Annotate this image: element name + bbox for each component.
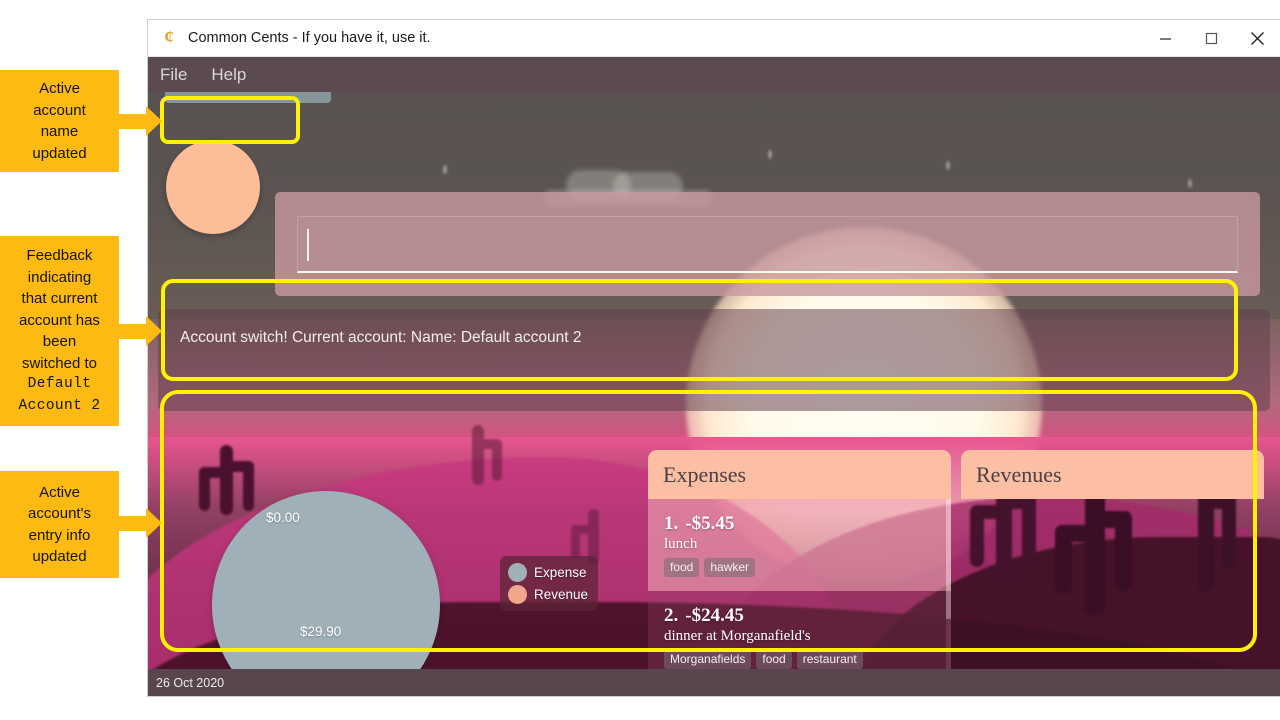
legend-item-revenue: Revenue: [508, 585, 590, 604]
revenues-list[interactable]: [961, 499, 1264, 696]
entry-description: lunch: [664, 536, 698, 552]
star-shape: [946, 161, 950, 170]
annotation-line: account has: [19, 311, 100, 329]
annotation-line: account's: [28, 505, 91, 522]
annotation-line: Active: [39, 80, 80, 97]
close-icon[interactable]: [1234, 20, 1280, 57]
star-shape: [1188, 179, 1192, 188]
window-title: Common Cents - If you have it, use it.: [188, 30, 431, 46]
status-date: 26 Oct 2020: [156, 675, 225, 690]
tag: food: [664, 558, 700, 577]
title-bar: ¢ Common Cents - If you have it, use it.: [148, 20, 1280, 57]
chart-legend: Expense Revenue: [500, 556, 598, 611]
window-controls: [1142, 20, 1280, 57]
menu-bar: File Help: [148, 57, 1280, 92]
annotation-line: Active: [39, 483, 80, 501]
expenses-title: Expenses: [663, 461, 747, 487]
expenses-panel: Expenses 1. -$5.45 lunch food hawker 2. …: [648, 450, 951, 696]
feedback-message: Account switch! Current account: Name: D…: [180, 329, 582, 346]
expenses-list[interactable]: 1. -$5.45 lunch food hawker 2. -$24.45 d…: [648, 499, 951, 696]
menu-item-file[interactable]: File: [148, 57, 199, 92]
text-caret: [307, 229, 309, 261]
entry-tags: food hawker: [664, 558, 935, 577]
revenues-panel: Revenues: [961, 450, 1264, 696]
annotation-line: account: [33, 101, 86, 119]
entry-index: 2.: [664, 605, 679, 626]
avatar: [166, 140, 260, 234]
command-input[interactable]: [297, 216, 1238, 273]
entry-description: dinner at Morganafield's: [664, 628, 811, 644]
legend-color-swatch: [508, 563, 527, 582]
annotation-line: indicating: [27, 268, 92, 286]
annotation-line: been: [42, 333, 77, 350]
annotation-entry-info: Active account's entry info updated: [0, 471, 119, 578]
annotation-mono-line: Account 2: [18, 397, 101, 414]
star-shape: [443, 165, 447, 174]
annotation-mono-line: Default: [27, 376, 92, 392]
annotation-line: switched to: [21, 354, 98, 372]
entry-amount-row: 1. -$5.45: [664, 513, 935, 535]
entry-amount: -$5.45: [685, 513, 735, 534]
expenses-scrollbar[interactable]: [946, 499, 951, 696]
command-input-panel: [275, 192, 1260, 296]
revenues-panel-header: Revenues: [961, 450, 1264, 499]
legend-item-expense: Expense: [508, 563, 590, 582]
revenues-title: Revenues: [976, 461, 1062, 487]
screenshot-root: Active account name updated Feedback ind…: [0, 0, 1280, 720]
entry-tags: Morganafields food restaurant: [664, 650, 935, 669]
dashboard: $0.00 $29.90 Expense Revenue Expenses 1.…: [148, 417, 1280, 696]
annotation-line: updated: [32, 548, 87, 565]
pie-label-revenue: $0.00: [266, 510, 300, 525]
expenses-panel-header: Expenses: [648, 450, 951, 499]
tag: restaurant: [796, 650, 863, 669]
pie-chart: [212, 491, 440, 696]
entry-amount-row: 2. -$24.45: [664, 605, 935, 627]
cent-sign-icon: ¢: [164, 27, 174, 48]
maximize-icon[interactable]: [1188, 20, 1234, 57]
tag: food: [756, 650, 792, 669]
legend-color-swatch: [508, 585, 527, 604]
list-item[interactable]: 1. -$5.45 lunch food hawker: [648, 499, 951, 591]
annotation-line: entry info: [28, 526, 91, 544]
application-window: ¢ Common Cents - If you have it, use it.…: [148, 20, 1280, 696]
annotation-line: that current: [21, 290, 98, 307]
minimize-icon[interactable]: [1142, 20, 1188, 57]
pie-label-expense: $29.90: [300, 624, 342, 639]
legend-label: Expense: [534, 565, 587, 580]
annotation-line: Feedback: [26, 247, 93, 264]
tag: hawker: [704, 558, 756, 577]
star-shape: [768, 150, 772, 159]
menu-item-help[interactable]: Help: [199, 57, 258, 92]
annotation-feedback: Feedback indicating that current account…: [0, 236, 119, 426]
app-content: Default account 2 Account switch! Curren…: [148, 57, 1280, 696]
annotation-account-name: Active account name updated: [0, 70, 119, 172]
tag: Morganafields: [664, 650, 752, 669]
entry-amount: -$24.45: [685, 605, 744, 626]
feedback-panel: Account switch! Current account: Name: D…: [158, 309, 1270, 411]
scrollbar-thumb[interactable]: [946, 499, 951, 619]
annotation-line: updated: [32, 144, 87, 162]
entry-index: 1.: [664, 513, 679, 534]
status-bar: 26 Oct 2020: [148, 669, 1280, 696]
annotation-line: name: [40, 123, 79, 140]
legend-label: Revenue: [534, 587, 589, 602]
